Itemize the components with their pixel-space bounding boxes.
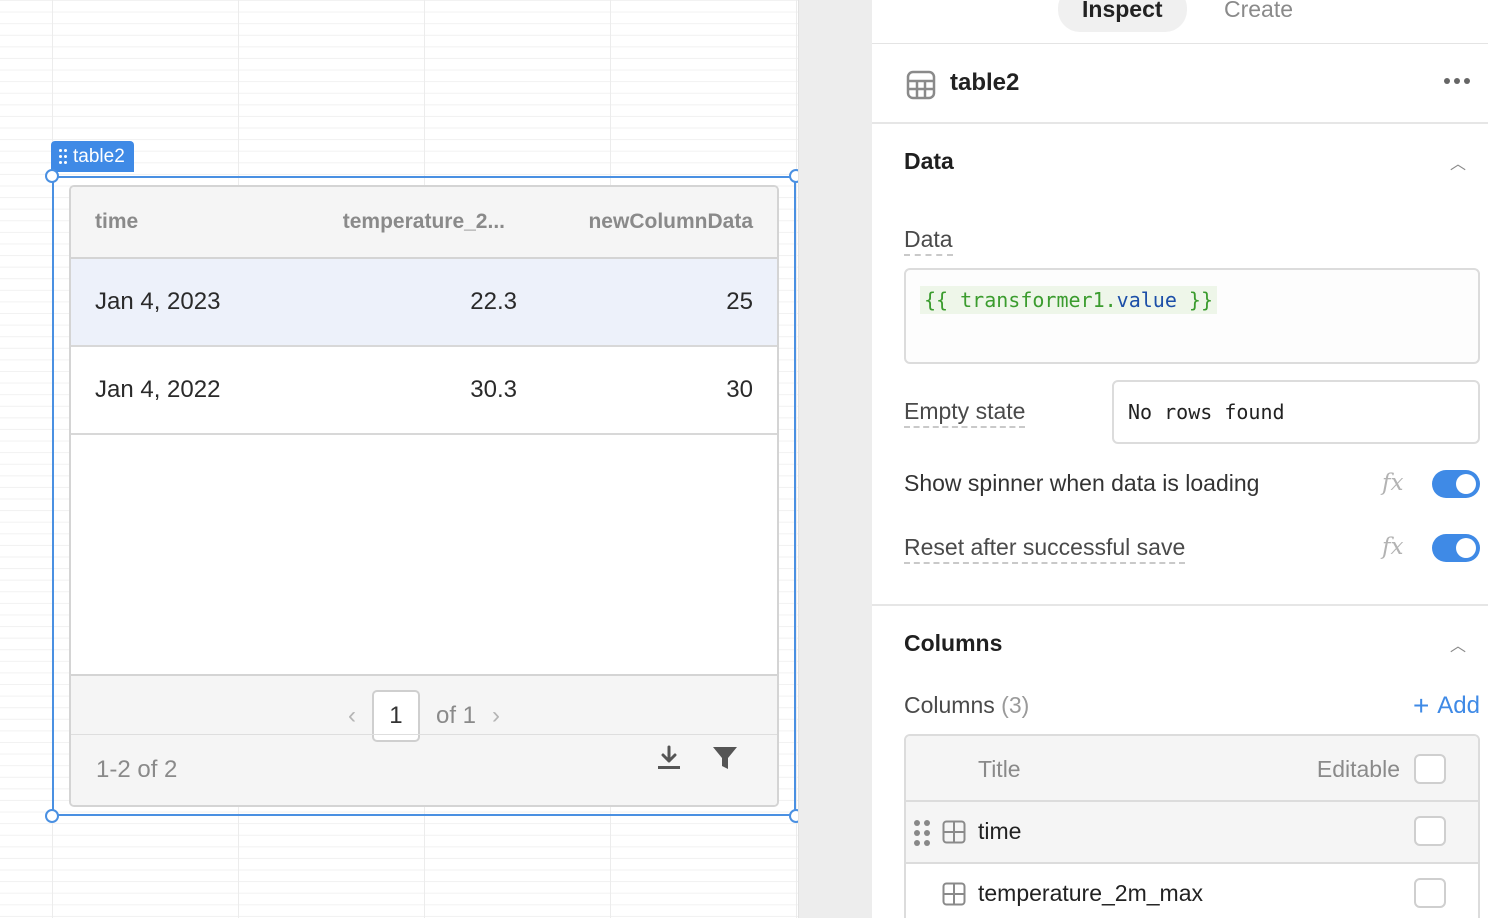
- tab-inspect[interactable]: Inspect: [1058, 0, 1187, 32]
- columns-label: Columns (3): [904, 692, 1030, 718]
- section-divider: [872, 604, 1488, 606]
- table-cell: 22.3: [470, 288, 517, 315]
- add-column-button[interactable]: + Add: [1413, 690, 1480, 722]
- table-footer: ‹ 1 of 1 › 1-2 of 2: [71, 674, 777, 805]
- data-code-editor[interactable]: {{ transformer1.value }}: [904, 268, 1480, 364]
- selection-tag-label: table2: [73, 145, 125, 167]
- footer-divider: [71, 734, 777, 735]
- columns-table: Title Editable time temperature_2m_max: [904, 734, 1480, 918]
- column-header-time[interactable]: time: [95, 187, 138, 257]
- plus-icon: +: [1412, 690, 1430, 721]
- editable-checkbox[interactable]: [1414, 878, 1446, 908]
- spinner-toggle[interactable]: [1432, 470, 1480, 498]
- component-header: table2: [872, 44, 1488, 124]
- component-name[interactable]: table2: [950, 69, 1019, 97]
- column-item-time[interactable]: time: [906, 802, 1478, 864]
- chevron-up-icon[interactable]: ︿: [1450, 150, 1466, 174]
- reset-label: Reset after successful save: [904, 534, 1186, 564]
- chevron-left-icon[interactable]: ‹: [348, 702, 356, 730]
- column-name: time: [978, 818, 1022, 844]
- fx-icon[interactable]: fx: [1382, 534, 1403, 560]
- fx-icon[interactable]: fx: [1382, 470, 1403, 496]
- chevron-up-icon[interactable]: ︿: [1450, 632, 1466, 656]
- reset-toggle[interactable]: [1432, 534, 1480, 562]
- column-item-temperature[interactable]: temperature_2m_max: [906, 864, 1478, 918]
- columns-count: (3): [1001, 692, 1030, 718]
- panel-gutter: [798, 0, 872, 918]
- data-label: Data: [904, 226, 953, 256]
- table-cell: 30.3: [470, 376, 517, 403]
- table-cell: Jan 4, 2023: [95, 288, 221, 315]
- table-cell: 25: [726, 288, 753, 315]
- column-header-newcolumndata[interactable]: newColumnData: [588, 187, 753, 257]
- column-header-temperature[interactable]: temperature_2...: [343, 187, 505, 257]
- columns-table-header: Title Editable: [906, 736, 1478, 802]
- table-icon: [906, 70, 936, 105]
- editable-all-checkbox[interactable]: [1414, 754, 1446, 784]
- editable-checkbox[interactable]: [1414, 816, 1446, 846]
- column-name: temperature_2m_max: [978, 880, 1203, 906]
- table-header: time temperature_2... newColumnData: [71, 187, 777, 259]
- table-row[interactable]: Jan 4, 2023 22.3 25: [71, 259, 777, 347]
- table-cell: Jan 4, 2022: [95, 376, 221, 403]
- empty-state-label: Empty state: [904, 398, 1026, 428]
- section-title-columns[interactable]: Columns: [904, 630, 1002, 657]
- table-widget[interactable]: time temperature_2... newColumnData Jan …: [69, 185, 779, 807]
- header-editable: Editable: [1316, 756, 1400, 782]
- header-title: Title: [978, 756, 1021, 782]
- filter-icon[interactable]: [711, 744, 739, 777]
- empty-state-input[interactable]: No rows found: [1112, 380, 1480, 444]
- selection-tag[interactable]: table2: [51, 141, 134, 172]
- table-cell: 30: [726, 376, 753, 403]
- table-icon: [942, 820, 966, 849]
- spinner-label: Show spinner when data is loading: [904, 470, 1260, 496]
- add-column-label: Add: [1437, 692, 1480, 719]
- drag-handle-icon[interactable]: [59, 149, 67, 164]
- footer-actions: [655, 744, 739, 777]
- row-count: 1-2 of 2: [96, 756, 178, 783]
- more-icon[interactable]: [1444, 78, 1470, 84]
- canvas[interactable]: table2 time temperature_2... newColumnDa…: [0, 0, 803, 918]
- download-icon[interactable]: [655, 744, 683, 777]
- inspector-tabs: Inspect Create: [872, 0, 1488, 44]
- table-icon: [942, 882, 966, 911]
- inspector-panel: Inspect Create table2 Data ︿ Data {{ tra…: [872, 0, 1488, 918]
- resize-handle-top-left[interactable]: [45, 169, 59, 183]
- drag-handle-icon[interactable]: [914, 820, 930, 846]
- resize-handle-bottom-left[interactable]: [45, 809, 59, 823]
- tab-create[interactable]: Create: [1200, 0, 1317, 32]
- section-title-data[interactable]: Data: [904, 148, 954, 175]
- page-total: of 1: [435, 702, 477, 729]
- table-row[interactable]: Jan 4, 2022 30.3 30: [71, 347, 777, 435]
- chevron-right-icon[interactable]: ›: [492, 702, 500, 730]
- data-code: {{ transformer1.value }}: [920, 286, 1217, 314]
